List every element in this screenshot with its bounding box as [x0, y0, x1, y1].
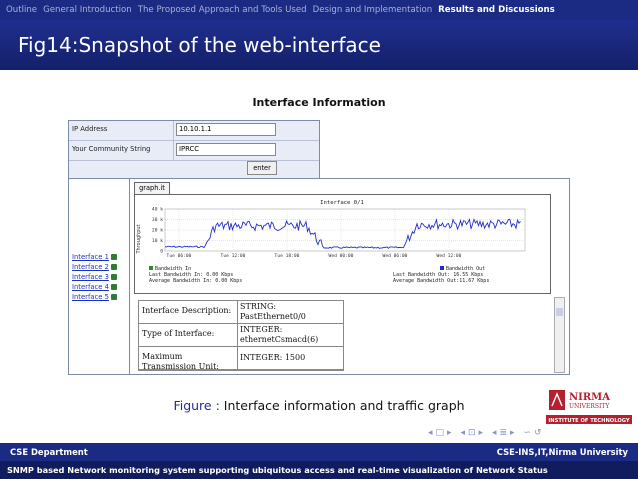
interface-frame: Interface 1 Interface 2 Interface 3 Inte…: [68, 178, 570, 375]
status-icon: [110, 274, 117, 280]
next-section-icon[interactable]: ▸: [479, 428, 487, 438]
y-tick-label: 20 k: [152, 228, 163, 234]
interface-link-label: Interface 4: [72, 283, 109, 291]
status-icon: [110, 254, 117, 260]
x-tick-label: Wed 06:00: [383, 253, 408, 259]
average-bandwidth-in: Average Bandwidth In: 0.00 Kbps: [149, 278, 242, 284]
community-string-input[interactable]: IPRCC: [176, 143, 276, 156]
footer-department: CSE Department: [10, 447, 88, 457]
interface-link-label: Interface 5: [72, 293, 109, 301]
interface-details-table: Interface Description: STRING: PastEther…: [138, 300, 344, 371]
x-tick-label: Wed 12:00: [437, 253, 462, 259]
caption-label: Figure :: [173, 398, 220, 413]
interface-list: Interface 1 Interface 2 Interface 3 Inte…: [72, 252, 117, 302]
search-nav-icon[interactable]: ∽: [523, 428, 534, 438]
y-tick-label: 10 k: [152, 238, 163, 244]
graph-ylabel: Throughput: [136, 224, 142, 254]
traffic-graph: Interface 0/1 Throughput 40 k 30 k 20 k 10 …: [134, 194, 551, 294]
legend-out-swatch: [440, 266, 444, 270]
interface-link-3[interactable]: Interface 3: [72, 272, 117, 282]
interface-list-pane: Interface 1 Interface 2 Interface 3 Inte…: [69, 179, 130, 374]
university-logo: NIRMA UNIVERSITY INSTITUTE OF TECHNOLOGY: [546, 386, 632, 426]
footer-bottom: SNMP based Network monitoring system sup…: [0, 461, 638, 479]
interface-link-1[interactable]: Interface 1: [72, 252, 117, 262]
interface-link-4[interactable]: Interface 4: [72, 282, 117, 292]
nirma-logo-svg: NIRMA UNIVERSITY INSTITUTE OF TECHNOLOGY: [546, 386, 632, 426]
interface-link-label: Interface 2: [72, 263, 109, 271]
section-navbar: Outline General Introduction The Propose…: [0, 0, 638, 20]
login-form: IP Address 10.10.1.1 Your Community Stri…: [68, 120, 320, 182]
footer-institute: CSE-INS,IT,Nirma University: [496, 447, 628, 457]
table-row: Type of Interface: INTEGER: ethernetCsma…: [139, 324, 343, 347]
status-icon: [110, 294, 117, 300]
detail-value: STRING: PastEthernet0/0: [240, 302, 306, 321]
status-icon: [110, 264, 117, 270]
average-bandwidth-out: Average Bandwidth Out:11.67 Kbps: [393, 278, 489, 284]
detail-key: Interface Description:: [142, 306, 232, 315]
interface-info-heading: Interface Information: [252, 96, 386, 109]
nav-item-results-discussions[interactable]: Results and Discussions: [438, 5, 555, 15]
footer-top: CSE Department CSE-INS,IT,Nirma Universi…: [0, 443, 638, 461]
y-tick-label: 40 k: [152, 207, 163, 213]
cell-divider: [237, 301, 238, 323]
interface-link-2[interactable]: Interface 2: [72, 262, 117, 272]
zoom-icon[interactable]: ↺: [534, 428, 545, 438]
traffic-graph-svg: Interface 0/1 Throughput 40 k 30 k 20 k 10 …: [135, 195, 550, 293]
detail-key: Maximum Transmission Unit:: [142, 352, 219, 371]
form-divider: [173, 141, 174, 160]
subsection-icon[interactable]: ≣: [499, 428, 510, 438]
table-row: Maximum Transmission Unit: INTEGER: 1500: [139, 347, 343, 371]
detail-value: INTEGER: 1500: [240, 353, 306, 362]
x-tick-label: Wed 00:00: [329, 253, 354, 259]
detail-value: INTEGER: ethernetCsmacd(6): [240, 325, 319, 344]
cell-divider: [237, 324, 238, 346]
ip-address-label: IP Address: [72, 125, 108, 133]
community-string-row: Your Community String IPRCC: [69, 141, 319, 161]
section-icon[interactable]: ⊡: [468, 428, 479, 438]
community-string-label: Your Community String: [72, 145, 151, 153]
logo-university: UNIVERSITY: [569, 403, 610, 410]
cell-divider: [237, 347, 238, 369]
table-row: Interface Description: STRING: PastEther…: [139, 301, 343, 324]
nav-item-general-introduction[interactable]: General Introduction: [43, 5, 132, 15]
legend-in-swatch: [149, 266, 153, 270]
x-tick-label: Tue 18:00: [275, 253, 300, 259]
logo-institute: INSTITUTE OF TECHNOLOGY: [548, 418, 630, 424]
beamer-navigation: ◂□▸ ◂⊡▸ ◂≣▸ ∽↺: [428, 428, 545, 438]
status-icon: [110, 284, 117, 290]
details-scrollbar[interactable]: [554, 297, 565, 373]
footer-project-title: SNMP based Network monitoring system sup…: [7, 465, 548, 475]
next-frame-icon[interactable]: ▸: [447, 428, 455, 438]
scrollbar-thumb[interactable]: [556, 308, 563, 316]
enter-button[interactable]: enter: [247, 161, 277, 175]
next-subsection-icon[interactable]: ▸: [510, 428, 518, 438]
interface-link-label: Interface 1: [72, 253, 109, 261]
interface-link-label: Interface 3: [72, 273, 109, 281]
x-tick-label: Tue 12:00: [221, 253, 246, 259]
slide-title: Fig14:Snapshot of the web-interface: [18, 33, 381, 57]
figure-caption: Figure : Interface information and traff…: [0, 398, 638, 413]
graph-pane: graph.it Interface 0/1 Throughput 40 k 30…: [131, 179, 567, 374]
nav-item-design-implementation[interactable]: Design and Implementation: [313, 5, 433, 15]
frame-icon[interactable]: □: [436, 428, 448, 438]
caption-text: Interface information and traffic graph: [223, 398, 465, 413]
ip-address-input[interactable]: 10.10.1.1: [176, 123, 276, 136]
prev-frame-icon[interactable]: ◂: [428, 428, 436, 438]
prev-section-icon[interactable]: ◂: [460, 428, 468, 438]
nav-item-outline[interactable]: Outline: [6, 5, 37, 15]
graph-title: Interface 0/1: [320, 200, 364, 206]
x-tick-label: Tue 06:00: [167, 253, 192, 259]
y-tick-label: 0: [160, 249, 163, 255]
form-divider: [173, 121, 174, 140]
ip-address-row: IP Address 10.10.1.1: [69, 121, 319, 141]
detail-key: Type of Interface:: [142, 329, 215, 338]
interface-link-5[interactable]: Interface 5: [72, 292, 117, 302]
nav-item-proposed-approach[interactable]: The Proposed Approach and Tools Used: [138, 5, 307, 15]
y-tick-label: 30 k: [152, 217, 163, 223]
title-bar: Fig14:Snapshot of the web-interface: [0, 20, 638, 70]
logo-name: NIRMA: [569, 392, 610, 403]
